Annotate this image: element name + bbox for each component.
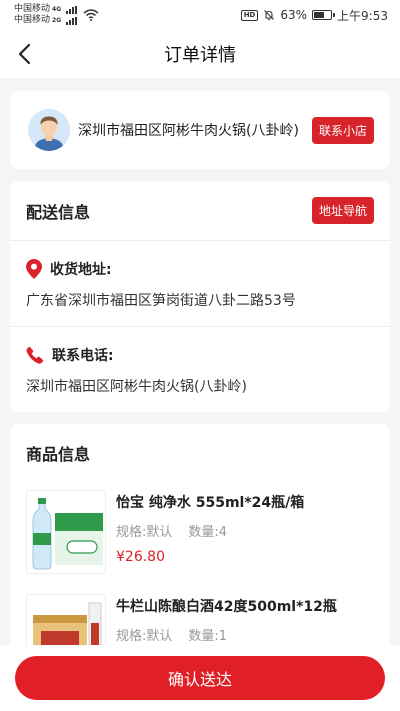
- delivery-card: 配送信息 地址导航 收货地址: 广东省深圳市福田区笋岗街道八卦二路53号 联系电…: [10, 181, 390, 412]
- confirm-delivery-button[interactable]: 确认送达: [15, 656, 385, 700]
- goods-price: ¥26.80: [116, 549, 165, 565]
- location-pin-icon: [26, 259, 42, 279]
- water-product-image: [26, 490, 106, 574]
- goods-quantity: 数量:1: [188, 629, 228, 644]
- phone-value: 深圳市福田区阿彬牛肉火锅(八卦岭): [26, 379, 247, 395]
- carrier-row-1: 中国移动 4G: [14, 4, 78, 15]
- goods-spec: 规格:默认: [116, 525, 173, 540]
- goods-spec-row: 规格:默认 数量:4: [116, 521, 374, 540]
- page-title: 订单详情: [164, 45, 236, 66]
- address-label: 收货地址:: [50, 262, 112, 278]
- mute-bell-icon: [264, 10, 275, 21]
- phone-label-row: 联系电话:: [26, 345, 374, 365]
- back-button[interactable]: [8, 38, 40, 70]
- goods-name: 怡宝 纯净水 555ml*24瓶/箱: [116, 495, 305, 511]
- user-avatar-icon: [28, 109, 70, 151]
- goods-quantity: 数量:4: [188, 525, 228, 540]
- chevron-left-icon: [18, 43, 31, 65]
- carrier-2-network: 2G: [52, 17, 62, 24]
- shop-card: 深圳市福田区阿彬牛肉火锅(八卦岭) 联系小店: [10, 91, 390, 169]
- address-block: 收货地址: 广东省深圳市福田区笋岗街道八卦二路53号: [10, 241, 390, 327]
- status-left: 中国移动 4G 中国移动 2G: [14, 4, 99, 26]
- phone-block: 联系电话: 深圳市福田区阿彬牛肉火锅(八卦岭): [10, 327, 390, 412]
- bottom-bar: 确认送达: [0, 645, 400, 711]
- phone-icon: [26, 346, 44, 364]
- water-bottle-pack-icon: [27, 491, 105, 573]
- address-value: 广东省深圳市福田区笋岗街道八卦二路53号: [26, 293, 296, 309]
- carrier-1-name: 中国移动: [14, 4, 51, 14]
- carrier-info: 中国移动 4G 中国移动 2G: [14, 4, 78, 26]
- battery-icon: [312, 10, 336, 20]
- clock: 上午9:53: [337, 8, 388, 23]
- battery-fill: [314, 12, 325, 18]
- status-bar: 中国移动 4G 中国移动 2G HD 63% 上午9:53: [0, 0, 400, 30]
- carrier-2-name: 中国移动: [14, 15, 51, 25]
- goods-title: 商品信息: [26, 445, 91, 464]
- shop-name: 深圳市福田区阿彬牛肉火锅(八卦岭): [78, 123, 299, 139]
- signal-1-icon: [66, 5, 78, 14]
- address-label-row: 收货地址:: [26, 259, 374, 279]
- goods-spec: 规格:默认: [116, 629, 173, 644]
- goods-header: 商品信息: [10, 424, 390, 482]
- contact-shop-button[interactable]: 联系小店: [311, 116, 374, 144]
- delivery-title: 配送信息: [26, 202, 91, 222]
- hd-badge: HD: [240, 9, 259, 21]
- carrier-row-2: 中国移动 2G: [14, 15, 78, 26]
- battery-percent: 63%: [280, 8, 308, 22]
- goods-item[interactable]: 怡宝 纯净水 555ml*24瓶/箱 规格:默认 数量:4 ¥26.80: [10, 482, 390, 586]
- address-navigation-button[interactable]: 地址导航: [311, 197, 374, 224]
- phone-label: 联系电话:: [52, 348, 114, 364]
- delivery-header: 配送信息 地址导航: [10, 181, 390, 241]
- signal-2-icon: [66, 16, 78, 25]
- carrier-1-network: 4G: [52, 6, 62, 13]
- shop-avatar: [28, 109, 70, 151]
- nav-bar: 订单详情: [0, 30, 400, 78]
- status-right: HD 63% 上午9:53: [240, 7, 388, 24]
- wifi-icon: [83, 9, 99, 21]
- goods-spec-row: 规格:默认 数量:1: [116, 625, 374, 644]
- goods-info: 怡宝 纯净水 555ml*24瓶/箱 规格:默认 数量:4 ¥26.80: [116, 490, 374, 576]
- goods-name: 牛栏山陈酿白酒42度500ml*12瓶: [116, 599, 337, 615]
